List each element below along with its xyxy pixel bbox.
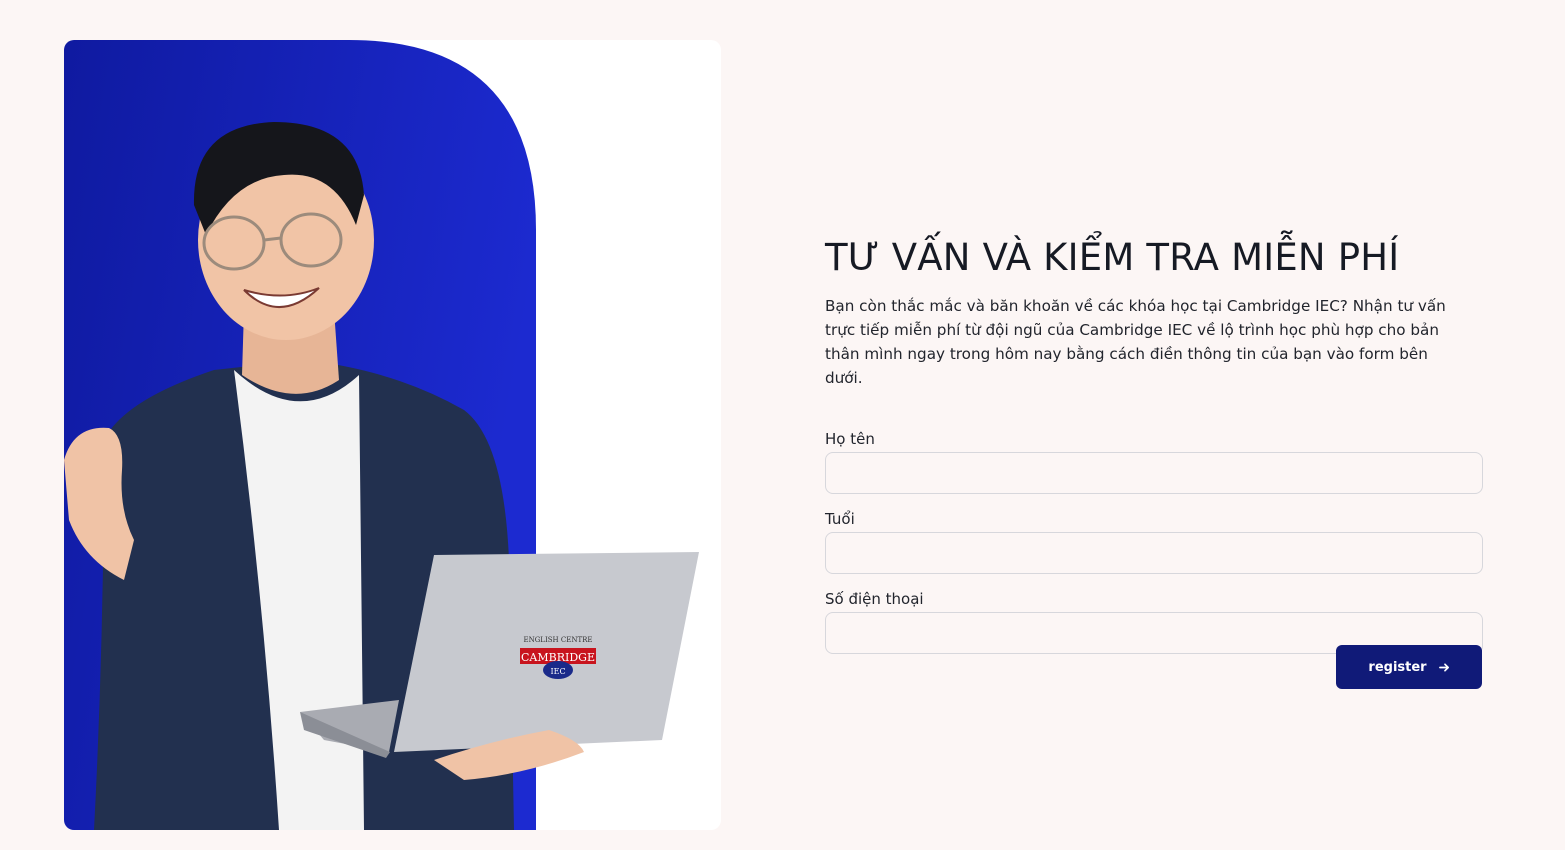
name-field-group: Họ tên (825, 429, 1483, 509)
name-input[interactable] (825, 452, 1483, 494)
age-input[interactable] (825, 532, 1483, 574)
logo-line3: IEC (550, 667, 565, 676)
phone-label: Số điện thoại (825, 590, 924, 608)
logo-line1: ENGLISH CENTRE (523, 636, 592, 644)
form-intro: Bạn còn thắc mắc và băn khoăn về các khó… (825, 297, 1446, 387)
register-label: register (1368, 659, 1427, 675)
consultation-form: TƯ VẤN VÀ KIỂM TRA MIỄN PHÍ Bạn còn thắc… (825, 232, 1483, 689)
hero-image-card: ENGLISH CENTRE CAMBRIDGE IEC (64, 40, 721, 830)
form-title: TƯ VẤN VÀ KIỂM TRA MIỄN PHÍ (825, 236, 1400, 279)
register-button[interactable]: register (1336, 645, 1482, 689)
hero-illustration: ENGLISH CENTRE CAMBRIDGE IEC (64, 40, 699, 830)
name-label: Họ tên (825, 430, 875, 448)
age-label: Tuổi (825, 510, 855, 528)
arrow-right-icon (1438, 662, 1449, 672)
age-field-group: Tuổi (825, 509, 1483, 589)
